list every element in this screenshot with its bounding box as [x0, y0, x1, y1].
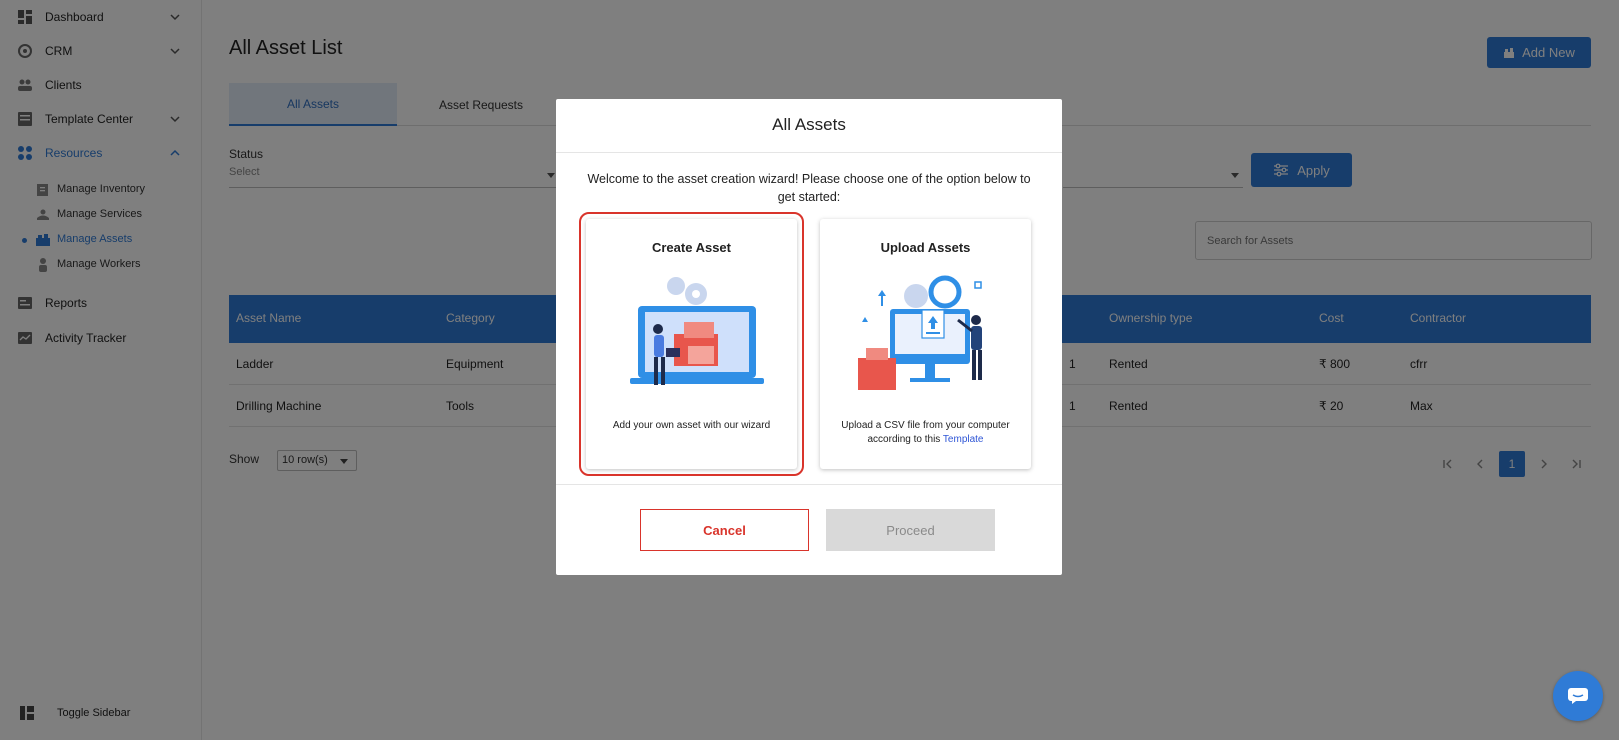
card-title: Upload Assets [880, 240, 971, 255]
card-description: Upload a CSV file from your computer acc… [828, 419, 1023, 447]
asset-wizard-modal: All Assets Welcome to the asset creation… [556, 99, 1062, 575]
modal-intro-text: Welcome to the asset creation wizard! Pl… [587, 172, 1031, 204]
card-title: Create Asset [651, 240, 731, 255]
upload-assets-illustration [858, 275, 982, 390]
upload-assets-card[interactable]: Upload Assets Upload a CSV file from you… [820, 219, 1031, 469]
divider [556, 484, 1062, 485]
modal-title: All Assets [772, 115, 846, 134]
chat-icon [1568, 688, 1588, 704]
upload-description-text: Upload a CSV file from your computer acc… [841, 420, 1010, 445]
template-link[interactable]: Template [943, 434, 984, 445]
create-asset-illustration [630, 277, 764, 385]
proceed-button[interactable]: Proceed [826, 509, 995, 551]
create-asset-card[interactable]: Create Asset Add your own asset with our… [579, 212, 804, 476]
card-description: Add your own asset with our wizard [612, 420, 771, 431]
divider [556, 152, 1062, 153]
chat-button[interactable] [1553, 671, 1603, 721]
cancel-button[interactable]: Cancel [640, 509, 809, 551]
